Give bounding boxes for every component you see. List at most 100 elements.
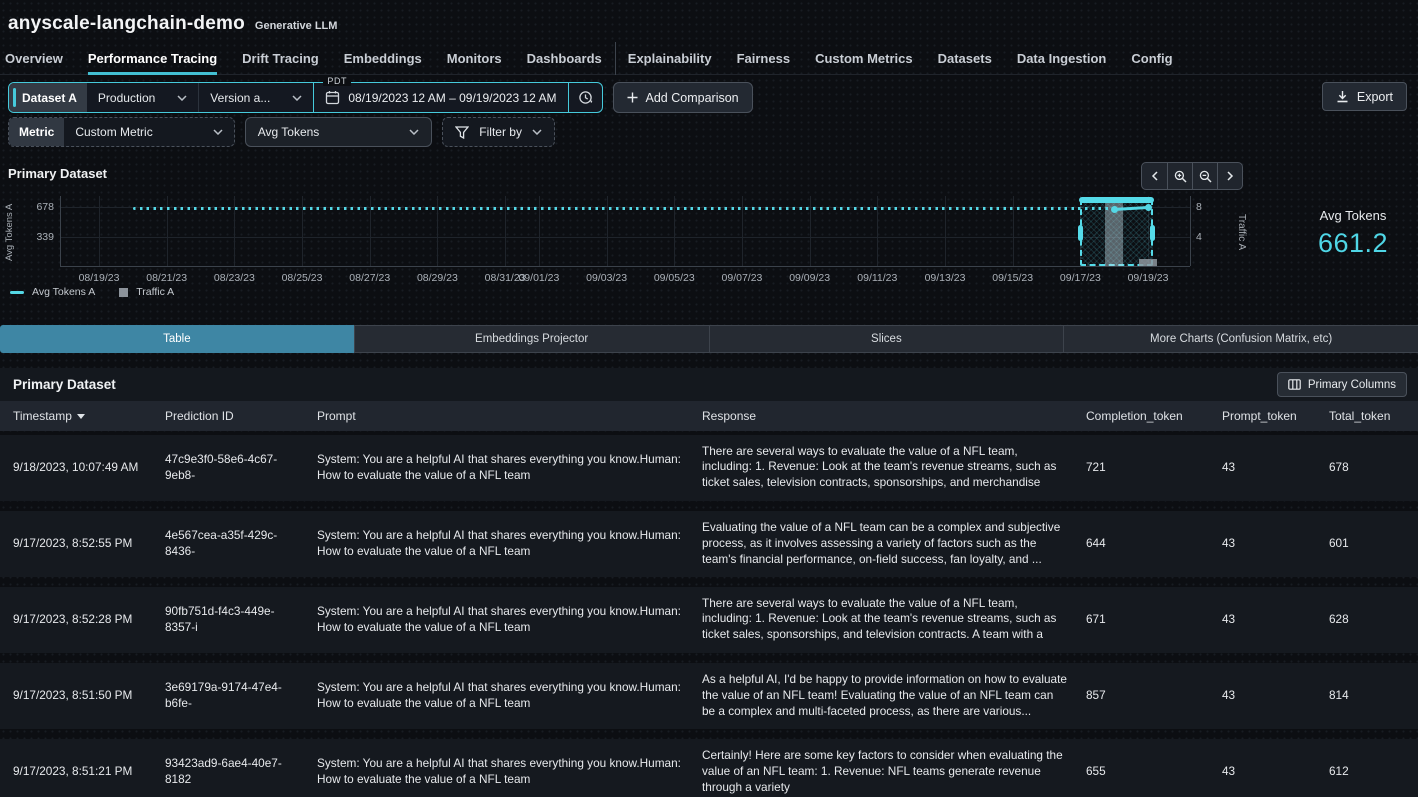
left-axis-label: Avg Tokens A bbox=[4, 196, 17, 268]
selection-right-handle[interactable] bbox=[1150, 225, 1155, 241]
view-tab[interactable]: Slices bbox=[709, 325, 1064, 353]
version-value: Version a... bbox=[210, 91, 270, 105]
column-header-label: Response bbox=[702, 409, 756, 423]
nav-tab[interactable]: Overview bbox=[5, 42, 63, 75]
metric-controls-row: Metric Custom Metric Avg Tokens Filter b… bbox=[8, 117, 1410, 147]
primary-columns-label: Primary Columns bbox=[1308, 379, 1396, 391]
x-axis-tick-label: 08/29/23 bbox=[407, 272, 467, 284]
table-row[interactable]: 9/17/2023, 8:52:55 PM 4e567cea-a35f-429c… bbox=[0, 511, 1418, 577]
environment-select[interactable]: Production bbox=[87, 83, 198, 112]
nav-tab-label: Explainability bbox=[628, 51, 712, 66]
column-header[interactable]: Prediction ID bbox=[165, 409, 317, 423]
cell-timestamp: 9/17/2023, 8:51:21 PM bbox=[13, 764, 165, 780]
view-tab[interactable]: More Charts (Confusion Matrix, etc) bbox=[1063, 325, 1418, 353]
x-axis-tick-label: 09/19/23 bbox=[1118, 272, 1178, 284]
selection-top-handle[interactable] bbox=[1079, 197, 1154, 203]
cell-timestamp: 9/17/2023, 8:52:28 PM bbox=[13, 612, 165, 628]
metric-column-select[interactable]: Avg Tokens bbox=[245, 117, 433, 147]
x-axis-tick-label: 09/01/23 bbox=[509, 272, 569, 284]
nav-tab[interactable]: Performance Tracing bbox=[88, 42, 217, 75]
traffic-bar bbox=[1139, 259, 1157, 266]
cell-prediction-id: 93423ad9-6ae4-40e7-8182 bbox=[165, 756, 317, 788]
x-axis-tick-label: 09/15/23 bbox=[983, 272, 1043, 284]
cell-prediction-id: 4e567cea-a35f-429c-8436- bbox=[165, 528, 317, 560]
nav-tab[interactable]: Drift Tracing bbox=[242, 42, 319, 75]
metric-select[interactable]: Custom Metric bbox=[64, 118, 233, 146]
cell-completion-token: 655 bbox=[1086, 764, 1222, 780]
nav-tab[interactable]: Data Ingestion bbox=[1017, 42, 1107, 75]
nav-tab[interactable]: Dashboards bbox=[527, 42, 602, 75]
legend-label: Traffic A bbox=[136, 286, 174, 298]
metric-chip: Metric bbox=[9, 118, 64, 146]
cell-prediction-id: 47c9e3f0-58e6-4c67-9eb8- bbox=[165, 452, 317, 484]
chart-canvas: 08/19/2308/21/2308/23/2308/25/2308/27/23… bbox=[0, 152, 1418, 315]
export-button[interactable]: Export bbox=[1322, 82, 1407, 111]
model-type-badge: Generative LLM bbox=[255, 16, 338, 32]
nav-tab[interactable]: Config bbox=[1131, 42, 1172, 75]
filter-by-button[interactable]: Filter by bbox=[443, 118, 554, 146]
clock-icon bbox=[578, 90, 593, 105]
column-header-label: Completion_token bbox=[1086, 409, 1183, 423]
cell-completion-token: 721 bbox=[1086, 460, 1222, 476]
nav-tab[interactable]: Custom Metrics bbox=[815, 42, 913, 75]
nav-tab-label: Performance Tracing bbox=[88, 51, 217, 66]
nav-tab-label: Config bbox=[1131, 51, 1172, 66]
table-body: 9/18/2023, 10:07:49 AM 47c9e3f0-58e6-4c6… bbox=[0, 435, 1418, 797]
nav-tab-label: Drift Tracing bbox=[242, 51, 319, 66]
nav-tab[interactable]: Explainability bbox=[615, 42, 712, 75]
left-axis-tick-label: 339 bbox=[28, 231, 54, 243]
chevron-down-icon bbox=[409, 129, 419, 135]
funnel-icon bbox=[455, 126, 469, 139]
dataset-a-label: Dataset A bbox=[22, 91, 77, 105]
sort-desc-icon bbox=[77, 414, 85, 419]
cell-completion-token: 857 bbox=[1086, 688, 1222, 704]
x-axis-line bbox=[60, 266, 1190, 267]
cell-timestamp: 9/17/2023, 8:52:55 PM bbox=[13, 536, 165, 552]
column-header[interactable]: Prompt_token bbox=[1222, 409, 1329, 423]
cell-prompt: System: You are a helpful AI that shares… bbox=[317, 604, 702, 636]
table-row[interactable]: 9/18/2023, 10:07:49 AM 47c9e3f0-58e6-4c6… bbox=[0, 435, 1418, 501]
table-row[interactable]: 9/17/2023, 8:51:50 PM 3e69179a-9174-47e4… bbox=[0, 663, 1418, 729]
nav-tab[interactable]: Embeddings bbox=[344, 42, 422, 75]
nav-tab[interactable]: Monitors bbox=[447, 42, 502, 75]
metric-column-value: Avg Tokens bbox=[258, 125, 320, 139]
cell-total-token: 612 bbox=[1329, 764, 1418, 780]
selection-left-handle[interactable] bbox=[1078, 225, 1083, 241]
date-range-picker[interactable]: PDT 08/19/2023 12 AM – 09/19/2023 12 AM bbox=[313, 83, 567, 112]
primary-dataset-chart-section: Primary Dataset 08/19/2308/21/2308/23/23… bbox=[0, 152, 1418, 315]
nav-tab-label: Data Ingestion bbox=[1017, 51, 1107, 66]
column-header[interactable]: Prompt bbox=[317, 409, 702, 423]
app-root: anyscale-langchain-demo Generative LLM O… bbox=[0, 0, 1418, 797]
version-select[interactable]: Version a... bbox=[198, 83, 313, 112]
add-comparison-button[interactable]: Add Comparison bbox=[613, 82, 753, 113]
view-tab[interactable]: Table bbox=[0, 325, 354, 353]
view-tab[interactable]: Embeddings Projector bbox=[354, 325, 709, 353]
metric-chip-label: Metric bbox=[19, 125, 54, 139]
right-axis-tick-label: 4 bbox=[1196, 231, 1202, 243]
nav-tab[interactable]: Fairness bbox=[737, 42, 790, 75]
column-header[interactable]: Response bbox=[702, 409, 1086, 423]
column-header[interactable]: Completion_token bbox=[1086, 409, 1222, 423]
time-settings-button[interactable] bbox=[568, 83, 602, 112]
nav-tab[interactable]: Datasets bbox=[938, 42, 992, 75]
cell-completion-token: 644 bbox=[1086, 536, 1222, 552]
column-header[interactable]: Total_token bbox=[1329, 409, 1418, 423]
table-row[interactable]: 9/17/2023, 8:52:28 PM 90fb751d-f4c3-449e… bbox=[0, 587, 1418, 653]
line-swatch-icon bbox=[10, 291, 24, 294]
legend-label: Avg Tokens A bbox=[32, 286, 95, 298]
primary-columns-button[interactable]: Primary Columns bbox=[1277, 372, 1407, 397]
app-header: anyscale-langchain-demo Generative LLM bbox=[0, 0, 1418, 42]
table-row[interactable]: 9/17/2023, 8:51:21 PM 93423ad9-6ae4-40e7… bbox=[0, 739, 1418, 797]
filter-group: Filter by bbox=[442, 117, 555, 147]
columns-icon bbox=[1288, 379, 1301, 390]
plus-icon bbox=[627, 92, 638, 103]
column-header[interactable]: Timestamp bbox=[13, 409, 165, 423]
x-axis-tick-label: 09/09/23 bbox=[780, 272, 840, 284]
right-axis-tick-label: 8 bbox=[1196, 201, 1202, 213]
legend-item-avg-tokens[interactable]: Avg Tokens A bbox=[10, 286, 95, 298]
cell-prompt-token: 43 bbox=[1222, 688, 1329, 704]
table-header-row: Timestamp Prediction ID Prompt Response bbox=[0, 401, 1418, 431]
x-axis-tick-label: 09/13/23 bbox=[915, 272, 975, 284]
calendar-icon bbox=[325, 90, 340, 105]
legend-item-traffic[interactable]: Traffic A bbox=[119, 286, 174, 298]
